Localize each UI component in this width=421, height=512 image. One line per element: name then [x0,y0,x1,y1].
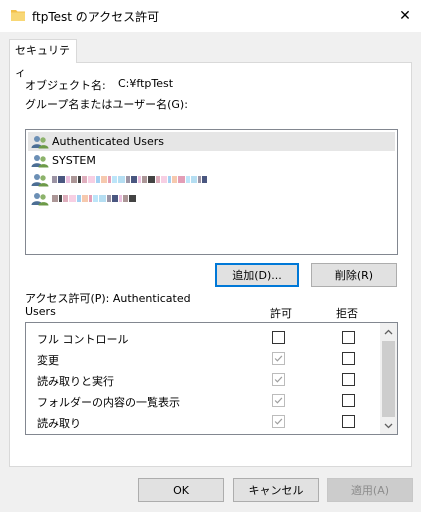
remove-button[interactable]: 削除(R) [311,263,397,287]
user-list-item[interactable]: SYSTEM [28,151,395,170]
permission-row: 読み取り [26,411,381,432]
allow-checkbox[interactable] [272,331,285,344]
scroll-down-icon[interactable] [383,420,394,431]
user-list-item[interactable] [28,189,395,208]
deny-checkbox[interactable] [342,394,355,407]
user-name: Authenticated Users [52,135,165,148]
deny-checkbox[interactable] [342,331,355,344]
deny-checkbox[interactable] [342,373,355,386]
group-list-label: グループ名またはユーザー名(G): [25,98,188,111]
add-button[interactable]: 追加(D)... [215,263,299,287]
cancel-button[interactable]: キャンセル [233,478,319,502]
permission-row: フル コントロール [26,327,381,348]
permission-name: 変更 [37,354,59,367]
remove-button-label: 削除(R) [334,269,374,282]
users-icon [31,154,49,168]
deny-column-header: 拒否 [336,307,358,320]
object-name-label: オブジェクト名: [25,79,106,92]
permission-row: 変更 [26,348,381,369]
users-icon [31,173,49,187]
permissions-list: フル コントロール 変更読み取りと実行フォルダーの内容の一覧表示 読み取り [25,322,398,435]
user-list[interactable]: Authenticated Users SYSTEM [25,129,398,255]
permission-name: 読み取りと実行 [37,375,114,388]
permissions-label-line1: アクセス許可(P): Authenticated [25,292,191,305]
deny-checkbox[interactable] [342,352,355,365]
scrollbar[interactable] [380,323,397,434]
deny-checkbox[interactable] [342,415,355,428]
permission-name: 読み取り [37,417,81,430]
permissions-label-line2: Users [25,305,56,318]
ok-button[interactable]: OK [138,478,224,502]
apply-button[interactable]: 適用(A) [327,478,413,502]
permission-name: フォルダーの内容の一覧表示 [37,396,180,409]
redacted-user-name [52,175,208,185]
permission-row: フォルダーの内容の一覧表示 [26,390,381,411]
object-name-value: C:¥ftpTest [118,77,174,90]
add-button-label: 追加(D)... [232,269,282,282]
users-icon [31,135,49,149]
users-icon [31,192,49,206]
tab-security[interactable]: セキュリティ [9,39,77,79]
user-list-item[interactable]: Authenticated Users [28,132,395,151]
title-bar: ftpTest のアクセス許可 ✕ [0,0,421,32]
allow-checkbox[interactable] [272,415,285,428]
scroll-up-icon[interactable] [383,327,394,338]
redacted-user-name [52,194,137,204]
folder-icon [11,10,25,21]
user-name: SYSTEM [52,154,96,167]
permission-row: 読み取りと実行 [26,369,381,390]
apply-button-label: 適用(A) [350,484,390,497]
close-icon: ✕ [399,8,411,24]
cancel-button-label: キャンセル [248,484,304,497]
allow-checkbox[interactable] [272,394,285,407]
allow-checkbox[interactable] [272,352,285,365]
window-title: ftpTest のアクセス許可 [32,10,160,24]
close-button[interactable]: ✕ [389,0,421,32]
ok-button-label: OK [173,483,189,497]
scrollbar-thumb[interactable] [382,341,395,417]
allow-checkbox[interactable] [272,373,285,386]
permission-name: フル コントロール [37,333,129,346]
allow-column-header: 許可 [270,307,292,320]
user-list-item[interactable] [28,170,395,189]
